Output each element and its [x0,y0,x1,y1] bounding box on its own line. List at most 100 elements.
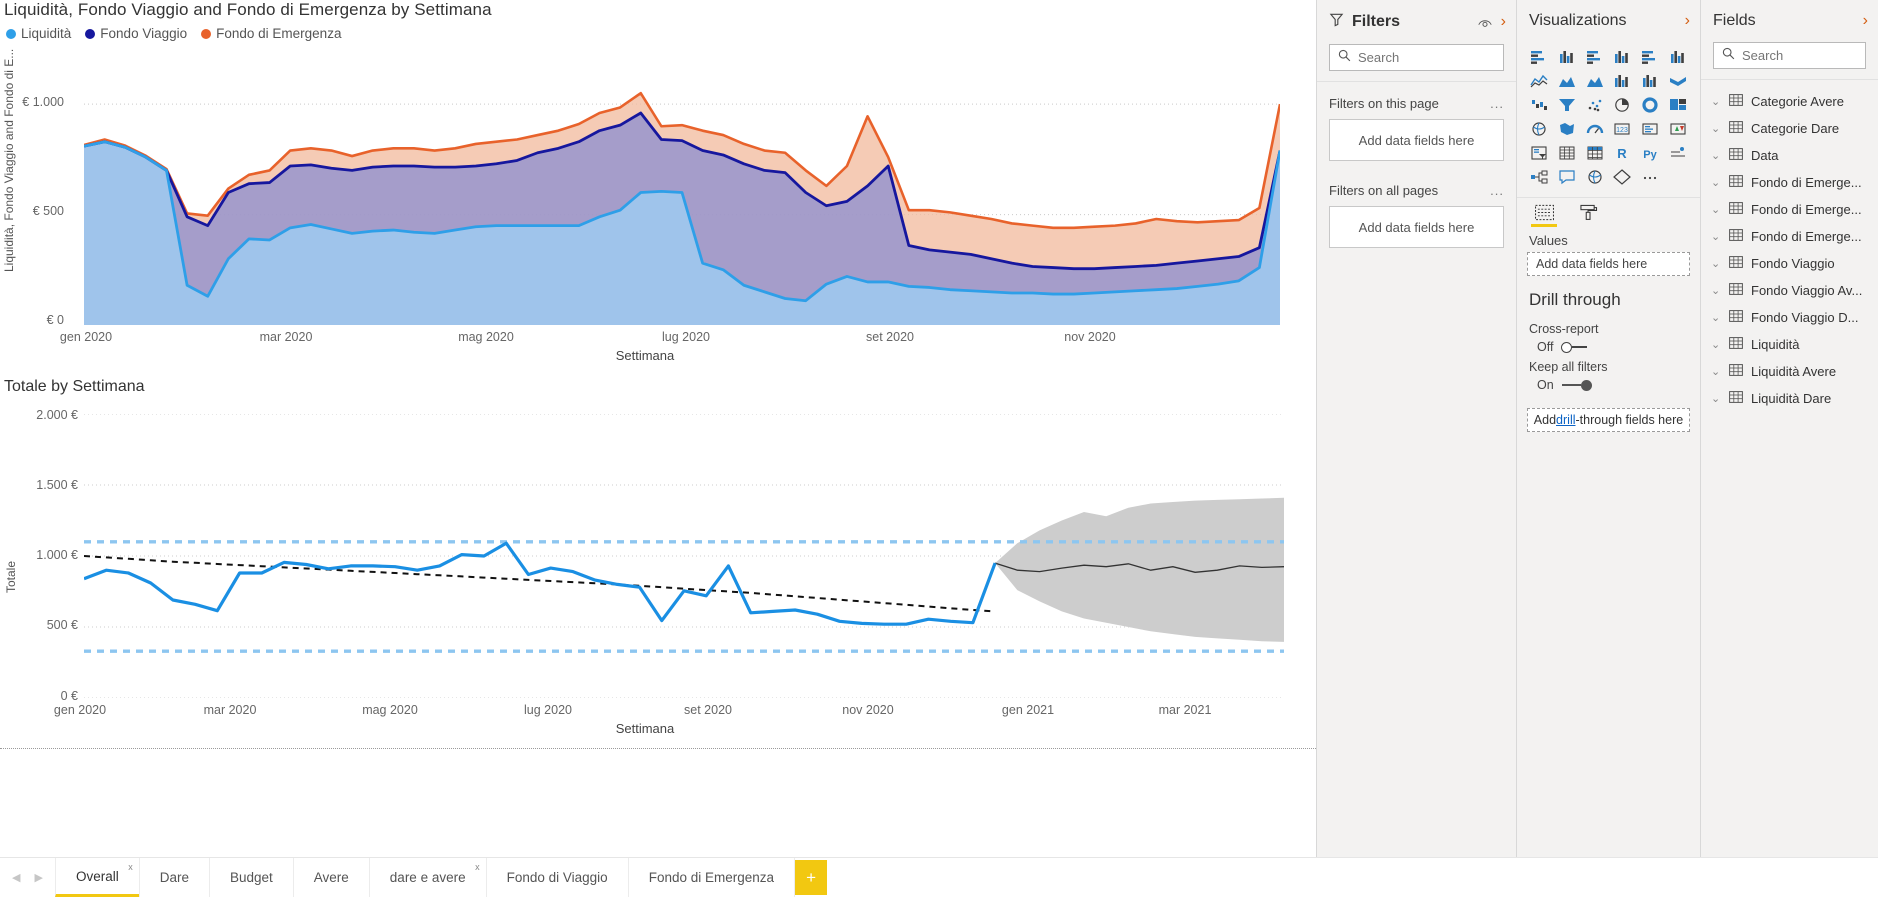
chevron-down-icon[interactable]: ⌄ [1711,311,1721,324]
q-and-a-icon[interactable] [1553,166,1581,187]
filters-on-all-pages-dropzone[interactable]: Add data fields here [1329,206,1504,248]
chevron-down-icon[interactable]: ⌄ [1711,284,1721,297]
chevron-down-icon[interactable]: ⌄ [1711,392,1721,405]
keep-all-filters-toggle-row[interactable]: On [1517,376,1700,392]
drill-through-dropzone[interactable]: Add drill -through fields here [1527,408,1690,432]
page-tab-overall[interactable]: Overall x [54,858,139,897]
gauge-icon[interactable] [1581,118,1609,139]
chevron-down-icon[interactable]: ⌄ [1711,257,1721,270]
chevron-down-icon[interactable]: ⌄ [1711,149,1721,162]
paginated-report-icon[interactable] [1609,166,1637,187]
chevron-down-icon[interactable]: ⌄ [1711,230,1721,243]
scatter-chart-icon[interactable] [1581,94,1609,115]
keep-all-filters-toggle[interactable] [1561,379,1592,391]
field-table-row[interactable]: ⌄ Data [1701,142,1878,169]
key-influencers-icon[interactable] [1664,142,1692,163]
format-paint-roller-icon[interactable] [1575,204,1601,227]
close-page-icon[interactable]: x [128,862,133,872]
legend-item-fondo-emergenza[interactable]: Fondo di Emergenza [201,26,341,41]
funnel-chart-icon[interactable] [1553,94,1581,115]
chevron-down-icon[interactable]: ⌄ [1711,365,1721,378]
drill-link[interactable]: drill [1556,413,1575,427]
field-table-row[interactable]: ⌄ Categorie Dare [1701,115,1878,142]
field-table-row[interactable]: ⌄ Fondo di Emerge... [1701,169,1878,196]
waterfall-chart-icon[interactable] [1525,94,1553,115]
field-table-row[interactable]: ⌄ Fondo di Emerge... [1701,196,1878,223]
visualization-type-grid[interactable]: 123 R Py [1517,38,1700,193]
page-tab-fondo-di-viaggio[interactable]: Fondo di Viaggio [485,858,628,897]
kpi-icon[interactable] [1664,118,1692,139]
visual-line-chart[interactable]: Totale by Settimana Totale 2.000 € 1.500… [0,378,1316,748]
chevron-down-icon[interactable]: ⌄ [1711,338,1721,351]
collapse-fields-chevron-icon[interactable]: › [1863,13,1868,29]
line-stacked-column-chart-icon[interactable] [1609,70,1637,91]
filled-map-icon[interactable] [1553,118,1581,139]
page-tab-avere[interactable]: Avere [292,858,369,897]
python-visual-icon[interactable]: Py [1636,142,1664,163]
more-options-icon[interactable]: ... [1490,183,1504,198]
page-tab-budget[interactable]: Budget [208,858,293,897]
hundred-stacked-bar-chart-icon[interactable] [1636,46,1664,67]
close-page-icon[interactable]: x [475,862,480,872]
values-well-dropzone[interactable]: Add data fields here [1527,252,1690,276]
add-page-button[interactable]: + [795,860,828,895]
tab-nav-arrows: ◀ ▶ [0,858,55,897]
page-tab-dare[interactable]: Dare [138,858,209,897]
next-page-arrow-icon[interactable]: ▶ [34,871,42,884]
stacked-bar-chart-icon[interactable] [1525,46,1553,67]
multi-row-card-icon[interactable] [1636,118,1664,139]
matrix-icon[interactable] [1581,142,1609,163]
chevron-down-icon[interactable]: ⌄ [1711,122,1721,135]
arcgis-maps-icon[interactable] [1581,166,1609,187]
card-icon[interactable]: 123 [1609,118,1637,139]
more-options-icon[interactable] [1636,166,1664,187]
field-table-row[interactable]: ⌄ Categorie Avere [1701,88,1878,115]
chevron-down-icon[interactable]: ⌄ [1711,176,1721,189]
clustered-column-chart-icon[interactable] [1609,46,1637,67]
collapse-visualizations-chevron-icon[interactable]: › [1685,13,1690,29]
filters-search-input[interactable] [1358,50,1495,65]
filters-search-box[interactable] [1329,44,1504,71]
collapse-filters-chevron-icon[interactable]: › [1501,14,1506,30]
field-table-row[interactable]: ⌄ Fondo Viaggio D... [1701,304,1878,331]
legend-item-liquidita[interactable]: Liquidità [6,26,71,41]
table-icon[interactable] [1553,142,1581,163]
field-table-row[interactable]: ⌄ Fondo di Emerge... [1701,223,1878,250]
pie-chart-icon[interactable] [1609,94,1637,115]
eye-icon[interactable] [1477,16,1493,29]
field-table-row[interactable]: ⌄ Fondo Viaggio Av... [1701,277,1878,304]
donut-chart-icon[interactable] [1636,94,1664,115]
cross-report-toggle-row[interactable]: Off [1517,338,1700,354]
legend-item-fondo-viaggio[interactable]: Fondo Viaggio [85,26,187,41]
fields-tab-icon[interactable] [1531,204,1557,227]
page-tab-fondo-di-emergenza[interactable]: Fondo di Emergenza [627,858,796,897]
filters-on-this-page-dropzone[interactable]: Add data fields here [1329,119,1504,161]
area-chart-icon[interactable] [1553,70,1581,91]
visual-area-chart[interactable]: Liquidità, Fondo Viaggio and Fondo di Em… [0,0,1316,375]
r-script-visual-icon[interactable]: R [1609,142,1637,163]
area-x-tick: set 2020 [866,330,914,344]
line-clustered-column-chart-icon[interactable] [1636,70,1664,91]
field-table-row[interactable]: ⌄ Liquidità Avere [1701,358,1878,385]
fields-search-input[interactable] [1742,48,1857,63]
stacked-column-chart-icon[interactable] [1553,46,1581,67]
chevron-down-icon[interactable]: ⌄ [1711,203,1721,216]
field-table-row[interactable]: ⌄ Fondo Viaggio [1701,250,1878,277]
decomposition-tree-icon[interactable] [1525,166,1553,187]
map-icon[interactable] [1525,118,1553,139]
line-chart-icon[interactable] [1525,70,1553,91]
field-table-row[interactable]: ⌄ Liquidità Dare [1701,385,1878,412]
previous-page-arrow-icon[interactable]: ◀ [12,871,20,884]
cross-report-toggle[interactable] [1561,341,1588,353]
stacked-area-chart-icon[interactable] [1581,70,1609,91]
ribbon-chart-icon[interactable] [1664,70,1692,91]
more-options-icon[interactable]: ... [1490,96,1504,111]
page-tab-dare-e-avere[interactable]: dare e avere x [368,858,486,897]
slicer-icon[interactable] [1525,142,1553,163]
clustered-bar-chart-icon[interactable] [1581,46,1609,67]
fields-search-box[interactable] [1713,42,1866,69]
field-table-row[interactable]: ⌄ Liquidità [1701,331,1878,358]
chevron-down-icon[interactable]: ⌄ [1711,95,1721,108]
hundred-stacked-column-chart-icon[interactable] [1664,46,1692,67]
treemap-icon[interactable] [1664,94,1692,115]
